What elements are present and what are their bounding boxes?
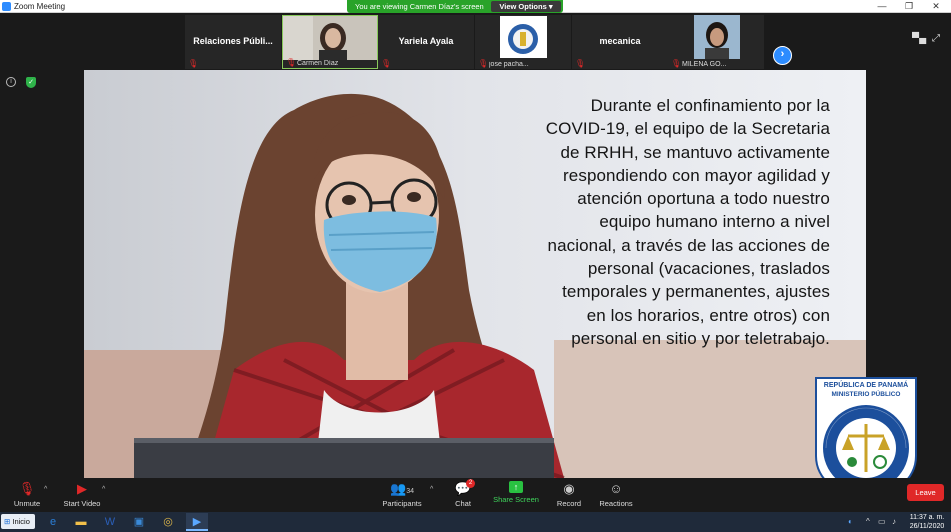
maximize-button[interactable]: ❐ <box>895 0 923 13</box>
mic-muted-icon: 🎙 <box>286 58 297 67</box>
slide-line: temporales y permanentes, ajustes <box>562 282 830 302</box>
participant-name: Yariela Ayala <box>398 36 454 46</box>
clock-date: 26/11/2020 <box>909 523 945 530</box>
participant-name: Relaciones Públi... <box>193 36 273 46</box>
unmute-button[interactable]: 🎙 Unmute <box>8 478 46 512</box>
share-screen-icon: ↑ <box>509 481 523 493</box>
next-page-arrow-icon[interactable]: › <box>773 46 792 65</box>
fullscreen-icon[interactable]: ⤢ <box>932 33 940 44</box>
slide-line: en los horarios, entre otros) con <box>586 305 830 325</box>
participants-button[interactable]: 👥34 Participants <box>380 478 424 512</box>
viewing-banner: You are viewing Carmen Díaz's screen Vie… <box>347 0 563 13</box>
volume-icon[interactable]: ♪ <box>892 514 896 529</box>
chrome-app-icon[interactable]: ◎ <box>157 513 179 531</box>
encryption-shield-icon[interactable]: ✓ <box>26 77 36 88</box>
logo-line-2: MINISTERIO PÚBLICO <box>832 389 901 398</box>
user-tray-icon[interactable]: ◐ <box>848 514 853 529</box>
participant-video <box>283 16 377 60</box>
participants-icon: 👥34 <box>390 481 414 496</box>
mic-muted-icon: 🎙 <box>575 59 586 68</box>
slide-line: personal en sitio y por teletrabajo. <box>571 328 830 348</box>
meeting-info-icon[interactable]: i <box>6 77 16 87</box>
mic-muted-icon: 🎙 <box>188 59 199 68</box>
participant-tile[interactable]: Relaciones Públi... 🎙 <box>185 15 281 69</box>
windows-logo-icon: ⊞ <box>4 517 11 526</box>
mic-muted-icon: 🎙 <box>478 59 489 68</box>
participant-tile[interactable]: 🎙 Carmen Díaz <box>282 15 378 69</box>
logo-line-1: REPÚBLICA DE PANAMÁ <box>824 380 908 389</box>
participant-tile[interactable]: 🎙 jose pacha... <box>475 15 571 69</box>
window-title: Zoom Meeting <box>14 2 66 11</box>
chat-button[interactable]: 💬 2 Chat <box>448 478 478 512</box>
participant-tile[interactable]: 🎙 MILENA GO... <box>668 15 764 69</box>
mic-off-icon: 🎙 <box>18 481 36 496</box>
participant-tile[interactable]: Yariela Ayala 🎙 <box>378 15 474 69</box>
os-taskbar: ⊞ Inicio e ▬ W ▣ ◎ ▶ ◐ ^ ▭ ♪ 11:37 a. m.… <box>0 512 951 532</box>
record-button[interactable]: ◉ Record <box>554 478 584 512</box>
start-label: Inicio <box>12 517 30 526</box>
participant-strip: Relaciones Públi... 🎙 🎙 Carmen Díaz Yari… <box>0 13 951 70</box>
start-button[interactable]: ⊞ Inicio <box>1 514 35 529</box>
word-app-icon[interactable]: W <box>99 513 121 531</box>
participants-count: 34 <box>406 488 414 495</box>
chat-unread-badge: 2 <box>466 479 475 488</box>
layout-icon[interactable]: ▀▄ <box>912 33 926 44</box>
video-options-caret-icon[interactable]: ^ <box>102 486 105 493</box>
participant-name: jose pacha... <box>489 61 529 68</box>
participant-video <box>668 15 762 59</box>
minimize-button[interactable]: — <box>868 0 896 13</box>
participant-name: Carmen Díaz <box>297 60 339 67</box>
slide-line: COVID-19, el equipo de la Secretaria <box>545 119 830 139</box>
leave-button[interactable]: Leave <box>907 484 944 501</box>
view-options-button[interactable]: View Options ▾ <box>491 1 561 12</box>
clock-time: 11:37 a. m. <box>909 514 945 521</box>
slide-line: equipo humano interno a nivel <box>599 212 830 232</box>
participant-logo-avatar <box>475 15 569 59</box>
participant-name: MILENA GO... <box>682 61 727 68</box>
show-hidden-icons-icon[interactable]: ^ <box>866 514 870 529</box>
mic-muted-icon: 🎙 <box>381 59 392 68</box>
outlook-app-icon[interactable]: ▣ <box>128 513 150 531</box>
share-screen-button[interactable]: ↑ Share Screen <box>492 478 540 512</box>
taskbar-clock[interactable]: 11:37 a. m. 26/11/2020 <box>905 513 949 531</box>
mic-muted-icon: 🎙 <box>671 59 682 68</box>
viewing-banner-text: You are viewing Carmen Díaz's screen <box>355 2 484 11</box>
record-icon: ◉ <box>563 481 575 496</box>
start-video-button[interactable]: ▶ Start Video <box>60 478 104 512</box>
slide-line: nacional, a través de las acciones de <box>547 235 830 255</box>
slide-line: atención oportuna a todo nuestro <box>577 189 830 209</box>
slide-text: Durante el confinamiento por la COVID-19… <box>520 94 830 350</box>
shared-screen: Durante el confinamiento por la COVID-19… <box>84 70 866 478</box>
slide-line: Durante el confinamiento por la <box>590 96 830 115</box>
slide-line: de RRHH, se mantuvo activamente <box>560 142 830 162</box>
zoom-app-icon <box>2 2 11 11</box>
participant-name: mecanica <box>599 36 641 46</box>
zoom-taskbar-icon[interactable]: ▶ <box>186 513 208 531</box>
video-off-icon: ▶ <box>77 481 87 496</box>
reactions-icon: ☺ <box>609 481 623 496</box>
reactions-button[interactable]: ☺ Reactions <box>598 478 634 512</box>
file-explorer-icon[interactable]: ▬ <box>70 513 92 531</box>
participant-tile[interactable]: mecanica 🎙 <box>572 15 668 69</box>
participants-options-caret-icon[interactable]: ^ <box>430 486 433 493</box>
slide-line: respondiendo con mayor agilidad y <box>563 165 830 185</box>
meeting-toolbar: 🎙 Unmute ^ ▶ Start Video ^ 👥34 Participa… <box>0 478 951 512</box>
slide-line: personal (vacaciones, traslados <box>587 259 830 279</box>
audio-options-caret-icon[interactable]: ^ <box>44 486 47 493</box>
edge-app-icon[interactable]: e <box>42 513 64 531</box>
network-icon[interactable]: ▭ <box>878 514 886 529</box>
close-button[interactable]: ✕ <box>922 0 950 13</box>
